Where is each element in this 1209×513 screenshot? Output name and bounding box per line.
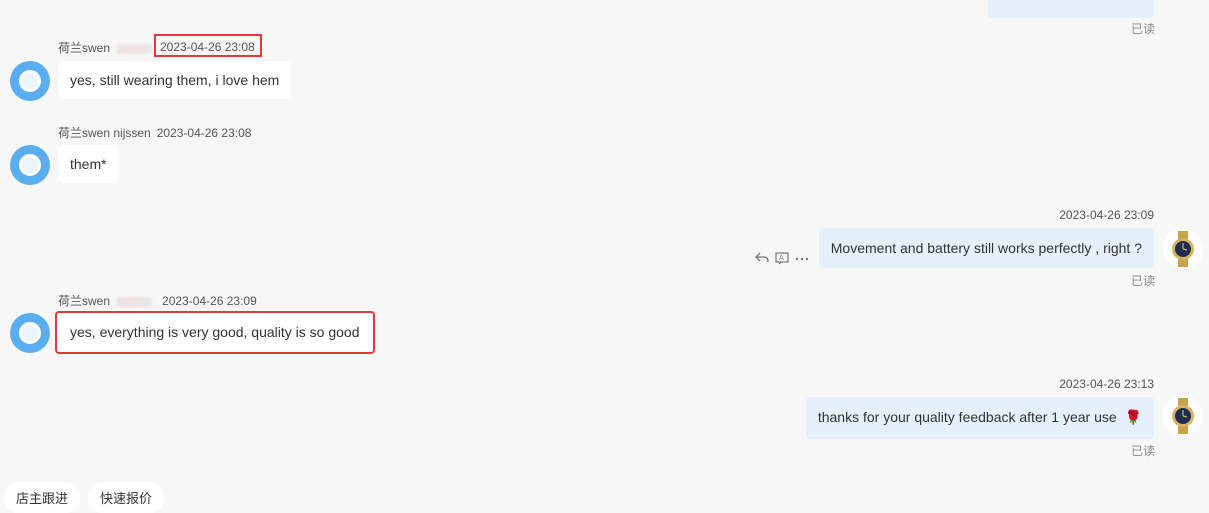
read-receipt: 已读	[1131, 22, 1156, 36]
quick-chip-follow-up[interactable]: 店主跟进	[4, 482, 81, 513]
gold-watch-icon[interactable]	[1163, 229, 1203, 269]
message-meta: 荷兰swen 2023-04-26 23:09	[58, 292, 257, 309]
quick-chip-quote[interactable]: 快速报价	[88, 482, 165, 513]
app-avatar-icon[interactable]	[10, 61, 50, 101]
message-bubble: them*	[58, 145, 119, 183]
message-actions: A	[754, 250, 810, 266]
message-timestamp: 2023-04-26 23:08	[160, 40, 255, 54]
message-meta: 荷兰swen	[58, 39, 158, 56]
message-meta: 荷兰swen nijssen 2023-04-26 23:08	[58, 124, 251, 141]
translate-icon[interactable]: A	[774, 250, 790, 266]
gold-watch-icon[interactable]	[1163, 396, 1203, 436]
message-bubble: yes, still wearing them, i love hem	[58, 61, 292, 99]
sender-name: 荷兰swen	[58, 294, 111, 308]
message-timestamp: 2023-04-26 23:09	[1059, 208, 1154, 222]
message-bubble: yes, everything is very good, quality is…	[55, 311, 375, 354]
app-avatar-icon[interactable]	[10, 313, 50, 353]
app-avatar-icon[interactable]	[10, 145, 50, 185]
more-icon[interactable]	[794, 250, 810, 266]
read-receipt: 已读	[1131, 274, 1156, 288]
previous-message-bubble	[988, 0, 1154, 18]
redacted-name	[116, 43, 153, 54]
rose-icon: 🌹	[1124, 409, 1142, 425]
svg-text:A: A	[779, 254, 784, 262]
message-text: thanks for your quality feedback after 1…	[817, 409, 1117, 425]
sender-name: 荷兰swen nijssen	[58, 126, 151, 140]
reply-icon[interactable]	[754, 250, 770, 266]
read-receipt: 已读	[1131, 444, 1156, 458]
message-bubble: Movement and battery still works perfect…	[818, 228, 1154, 268]
sender-name: 荷兰swen	[58, 41, 111, 55]
message-timestamp: 2023-04-26 23:08	[156, 126, 252, 140]
message-timestamp: 2023-04-26 23:09	[162, 294, 257, 308]
message-bubble: thanks for your quality feedback after 1…	[805, 397, 1154, 439]
message-timestamp: 2023-04-26 23:13	[1059, 377, 1154, 391]
redacted-name	[116, 296, 153, 307]
